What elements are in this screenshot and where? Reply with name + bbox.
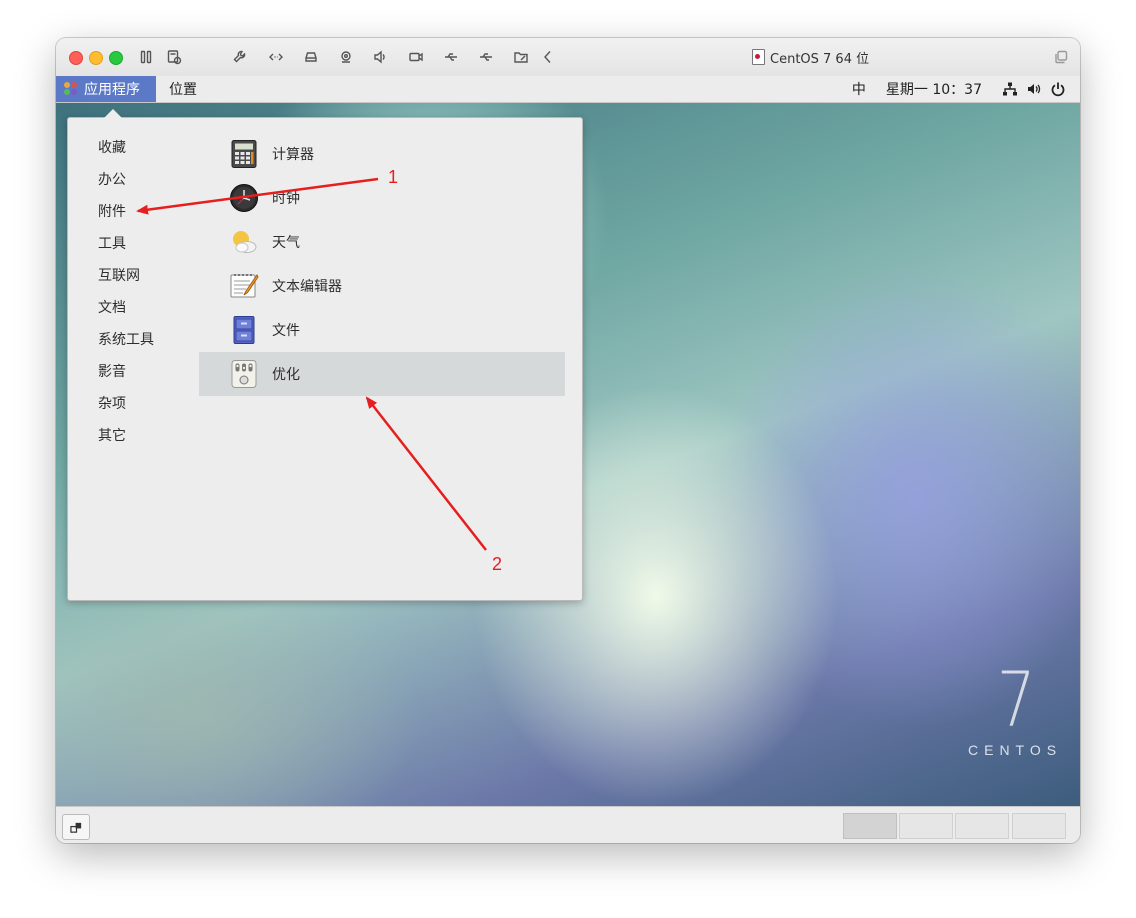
camera-icon[interactable] (407, 48, 425, 66)
category-internet[interactable]: 互联网 (98, 265, 140, 287)
category-sundry[interactable]: 杂项 (98, 393, 126, 415)
minimize-button[interactable] (89, 51, 103, 65)
app-label: 时钟 (272, 191, 300, 207)
centos-logo: 7 CENTOS (964, 662, 1074, 762)
snapshot-icon[interactable] (165, 48, 183, 66)
power-icon[interactable] (1050, 81, 1066, 97)
network-icon[interactable] (1002, 81, 1018, 97)
hard-disk-icon[interactable] (302, 48, 320, 66)
app-label: 文件 (272, 323, 300, 339)
app-label: 天气 (272, 235, 300, 251)
applications-menu-popup: 收藏 办公 附件 工具 互联网 文档 系统工具 影音 杂项 其它 计算器 时钟 (67, 109, 583, 601)
category-sound-video[interactable]: 影音 (98, 361, 126, 383)
annotation-label-2: 2 (492, 554, 503, 574)
menu-pointer (104, 109, 122, 118)
app-clock[interactable]: 时钟 (199, 176, 565, 220)
workspace-1[interactable] (843, 813, 897, 839)
window-title: CentOS 7 64 位 (752, 48, 870, 67)
gnome-bottom-bar (56, 806, 1080, 843)
workspace-4[interactable] (1012, 813, 1066, 839)
category-other[interactable]: 其它 (98, 425, 126, 447)
usb-icon[interactable] (477, 48, 495, 66)
category-utilities[interactable]: 工具 (98, 233, 126, 255)
category-documents[interactable]: 文档 (98, 297, 126, 319)
workspace-3[interactable] (955, 813, 1009, 839)
annotation-label-1: 1 (388, 167, 399, 187)
app-weather[interactable]: 天气 (199, 220, 565, 264)
back-chevron-icon[interactable] (539, 48, 557, 66)
zoom-button[interactable] (109, 51, 123, 65)
close-button[interactable] (69, 51, 83, 65)
app-text-editor[interactable]: 文本编辑器 (199, 264, 565, 308)
centos-logo-text: CENTOS (968, 742, 1063, 758)
workspace-2[interactable] (899, 813, 953, 839)
app-label: 文本编辑器 (272, 279, 342, 295)
clock-icon (229, 183, 259, 213)
pause-icon[interactable] (137, 48, 155, 66)
document-icon (752, 49, 765, 65)
shared-folder-icon[interactable] (512, 48, 530, 66)
resize-icon[interactable] (267, 48, 285, 66)
app-files[interactable]: 文件 (199, 308, 565, 352)
window-list-icon (69, 822, 81, 833)
gnome-foot-icon (64, 82, 78, 96)
places-menu-label: 位置 (169, 82, 197, 98)
category-office[interactable]: 办公 (98, 169, 126, 191)
category-accessories[interactable]: 附件 (98, 201, 126, 223)
vm-window: CentOS 7 64 位 应用程序 位置 中 星期一 10：37 收藏 办公 … (56, 38, 1080, 843)
app-label: 优化 (272, 367, 300, 383)
webcam-icon[interactable] (337, 48, 355, 66)
applications-menu-label: 应用程序 (84, 82, 140, 98)
show-desktop-button[interactable] (62, 814, 90, 840)
guest-desktop: 应用程序 位置 中 星期一 10：37 收藏 办公 附件 工具 互联网 文档 系… (56, 76, 1080, 806)
file-cabinet-icon (229, 315, 259, 345)
clock[interactable]: 星期一 10：37 (886, 79, 982, 99)
category-favorites[interactable]: 收藏 (98, 137, 126, 159)
window-titlebar: CentOS 7 64 位 (56, 38, 1080, 77)
centos-logo-number: 7 (996, 655, 1036, 744)
speaker-icon[interactable] (371, 48, 389, 66)
places-menu-button[interactable]: 位置 (169, 76, 197, 102)
text-editor-icon (229, 271, 259, 301)
gnome-top-bar: 应用程序 位置 中 星期一 10：37 (56, 76, 1080, 103)
app-label: 计算器 (272, 147, 314, 163)
fullscreen-icon[interactable] (1052, 48, 1070, 66)
app-calculator[interactable]: 计算器 (199, 132, 565, 176)
app-tweaks[interactable]: 优化 (199, 352, 565, 396)
category-system-tools[interactable]: 系统工具 (98, 329, 154, 351)
input-method-indicator[interactable]: 中 (852, 79, 866, 99)
tweaks-icon (229, 359, 259, 389)
top-bar-status-area: 中 星期一 10：37 (852, 76, 1080, 102)
window-title-text: CentOS 7 64 位 (770, 51, 870, 67)
usb-icon[interactable] (442, 48, 460, 66)
volume-icon[interactable] (1026, 81, 1042, 97)
applications-menu-button[interactable]: 应用程序 (56, 76, 156, 102)
weather-icon (229, 227, 259, 257)
calculator-icon (229, 139, 259, 169)
settings-wrench-icon[interactable] (231, 48, 249, 66)
